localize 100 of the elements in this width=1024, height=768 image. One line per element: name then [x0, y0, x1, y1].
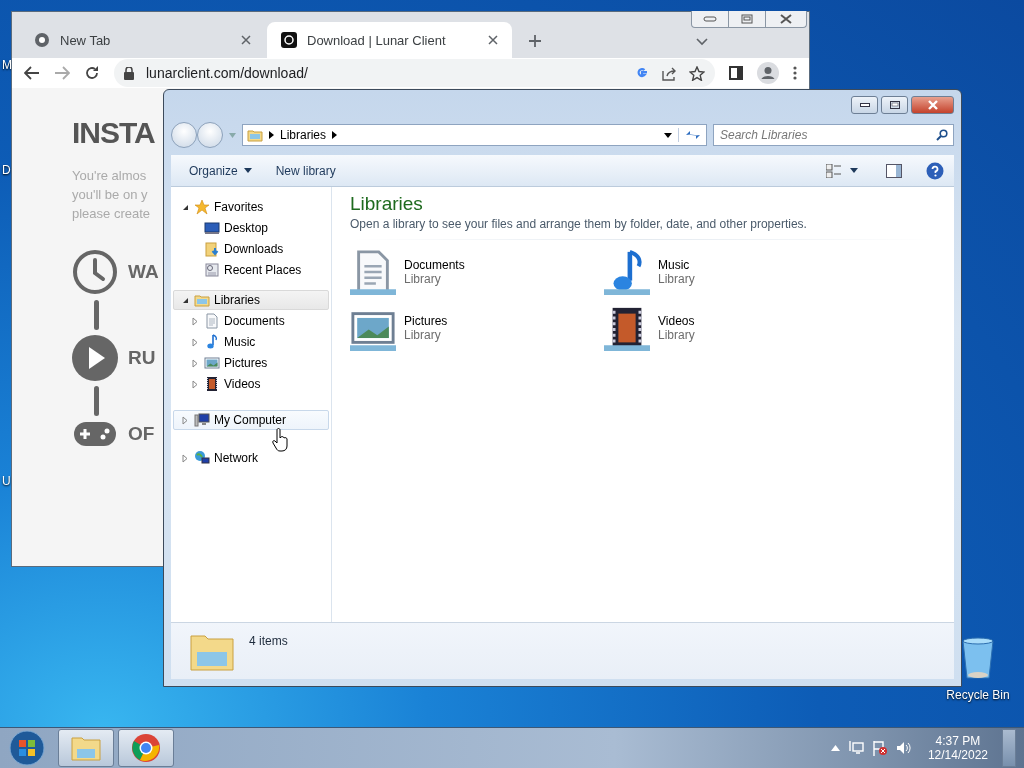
collapsed-arrow-icon[interactable] [192, 316, 198, 326]
step-connector [94, 300, 99, 330]
browser-tab[interactable]: Download | Lunar Client [267, 22, 512, 58]
address-bar[interactable]: Libraries [242, 124, 707, 146]
side-panel-icon[interactable] [729, 66, 743, 80]
document-icon [350, 249, 396, 295]
navigation-item[interactable]: Pictures [173, 353, 329, 373]
navigation-item[interactable]: Desktop [173, 218, 329, 238]
music-note-icon [204, 334, 220, 350]
content-title: Libraries [350, 193, 424, 215]
toolbar-button[interactable]: New library [267, 159, 344, 182]
dropdown-caret-icon[interactable] [664, 132, 672, 138]
expanded-arrow-icon[interactable] [181, 296, 189, 304]
navigation-item[interactable]: Favorites [173, 197, 329, 217]
breadcrumb-arrow-icon[interactable] [332, 131, 338, 139]
star-icon [194, 199, 210, 215]
browser-tab[interactable]: New Tab [20, 22, 265, 58]
windows-logo-icon [9, 730, 45, 766]
taskbar-app-button[interactable] [118, 729, 174, 767]
music-note-icon [604, 249, 650, 295]
toolbar-button[interactable]: Organize [181, 159, 260, 182]
search-icon[interactable] [936, 129, 948, 141]
navigation-item[interactable]: Downloads [173, 239, 329, 259]
library-type: Library [658, 328, 695, 342]
clock[interactable]: 4:37 PM 12/14/2022 [927, 734, 988, 762]
hand-pointer-icon [272, 428, 290, 452]
page-text: You're almos [72, 167, 147, 185]
back-button[interactable] [171, 122, 197, 148]
close-icon[interactable] [241, 35, 251, 45]
navigation-item[interactable]: Recent Places [173, 260, 329, 280]
step-connector [94, 386, 99, 416]
view-options-icon[interactable] [826, 163, 842, 178]
lock-icon [124, 66, 134, 80]
library-item[interactable]: Pictures Library [350, 302, 604, 354]
search-field[interactable]: Search Libraries [713, 124, 954, 146]
speaker-icon[interactable] [895, 740, 912, 756]
share-icon[interactable] [661, 65, 677, 81]
breadcrumb-item[interactable]: Libraries [280, 128, 327, 142]
navigation-item[interactable]: Libraries [173, 290, 329, 310]
library-folder-icon [247, 127, 263, 143]
step-label: OF [128, 423, 155, 445]
action-center-flag-icon[interactable] [871, 740, 888, 756]
expanded-arrow-icon[interactable] [181, 203, 189, 211]
google-g-icon[interactable] [635, 66, 649, 80]
reload-icon[interactable] [84, 65, 100, 81]
close-button[interactable] [911, 96, 954, 114]
close-icon[interactable] [488, 35, 498, 45]
computer-icon [194, 412, 210, 428]
chevron-down-icon[interactable] [696, 38, 708, 46]
close-icon [779, 14, 793, 24]
film-strip-icon [604, 305, 650, 351]
navigation-item[interactable]: Network [173, 448, 329, 468]
collapsed-arrow-icon[interactable] [182, 415, 188, 425]
network-icon [194, 450, 210, 466]
navigation-item[interactable]: Videos [173, 374, 329, 394]
library-item[interactable]: Music Library [604, 246, 858, 298]
dropdown-caret-icon[interactable] [850, 168, 858, 173]
play-icon [72, 335, 118, 381]
plus-icon[interactable] [528, 34, 542, 48]
taskbar-app-button[interactable] [58, 729, 114, 767]
maximize-button[interactable] [881, 96, 908, 114]
breadcrumb-arrow-icon[interactable] [269, 131, 274, 139]
site-logo-icon [281, 32, 297, 48]
collapsed-arrow-icon[interactable] [192, 337, 198, 347]
library-type: Library [404, 272, 442, 286]
star-outline-icon[interactable] [689, 65, 705, 81]
desktop-icon-label[interactable]: M [2, 58, 12, 72]
refresh-arrows-icon[interactable] [678, 128, 702, 142]
tab-title: New Tab [60, 32, 112, 48]
library-name: Documents [404, 258, 465, 272]
library-item[interactable]: Documents Library [350, 246, 604, 298]
back-arrow-icon[interactable] [24, 66, 40, 80]
collapsed-arrow-icon[interactable] [192, 358, 198, 368]
minimize-icon [859, 103, 870, 107]
desktop-icon-label[interactable]: Recycle Bin [946, 688, 1010, 702]
document-icon [204, 313, 220, 329]
desktop-icon-label[interactable]: U [2, 474, 11, 488]
navigation-item[interactable]: Music [173, 332, 329, 352]
film-strip-icon [204, 376, 220, 392]
preview-pane-icon[interactable] [886, 163, 902, 178]
step-label: WA [128, 261, 159, 283]
collapsed-arrow-icon[interactable] [182, 453, 188, 463]
network-status-icon[interactable] [847, 740, 864, 756]
minimize-icon [703, 16, 717, 22]
help-icon[interactable] [926, 161, 944, 180]
profile-avatar-icon[interactable] [757, 62, 779, 84]
forward-button[interactable] [197, 122, 223, 148]
gamepad-icon [72, 421, 118, 447]
library-item[interactable]: Videos Library [604, 302, 858, 354]
address-bar[interactable]: lunarclient.com/download/ [114, 59, 715, 87]
trash-bin-icon[interactable] [960, 636, 996, 680]
show-hidden-icons-caret[interactable] [830, 745, 840, 751]
library-name: Videos [658, 314, 695, 328]
collapsed-arrow-icon[interactable] [192, 379, 198, 389]
page-text: you'll be on y [72, 186, 148, 204]
menu-dots-icon[interactable] [793, 66, 797, 80]
navigation-item[interactable]: Documents [173, 311, 329, 331]
navigation-item[interactable]: My Computer [173, 410, 329, 430]
desktop-icon-label[interactable]: D [2, 163, 11, 177]
minimize-button[interactable] [851, 96, 878, 114]
